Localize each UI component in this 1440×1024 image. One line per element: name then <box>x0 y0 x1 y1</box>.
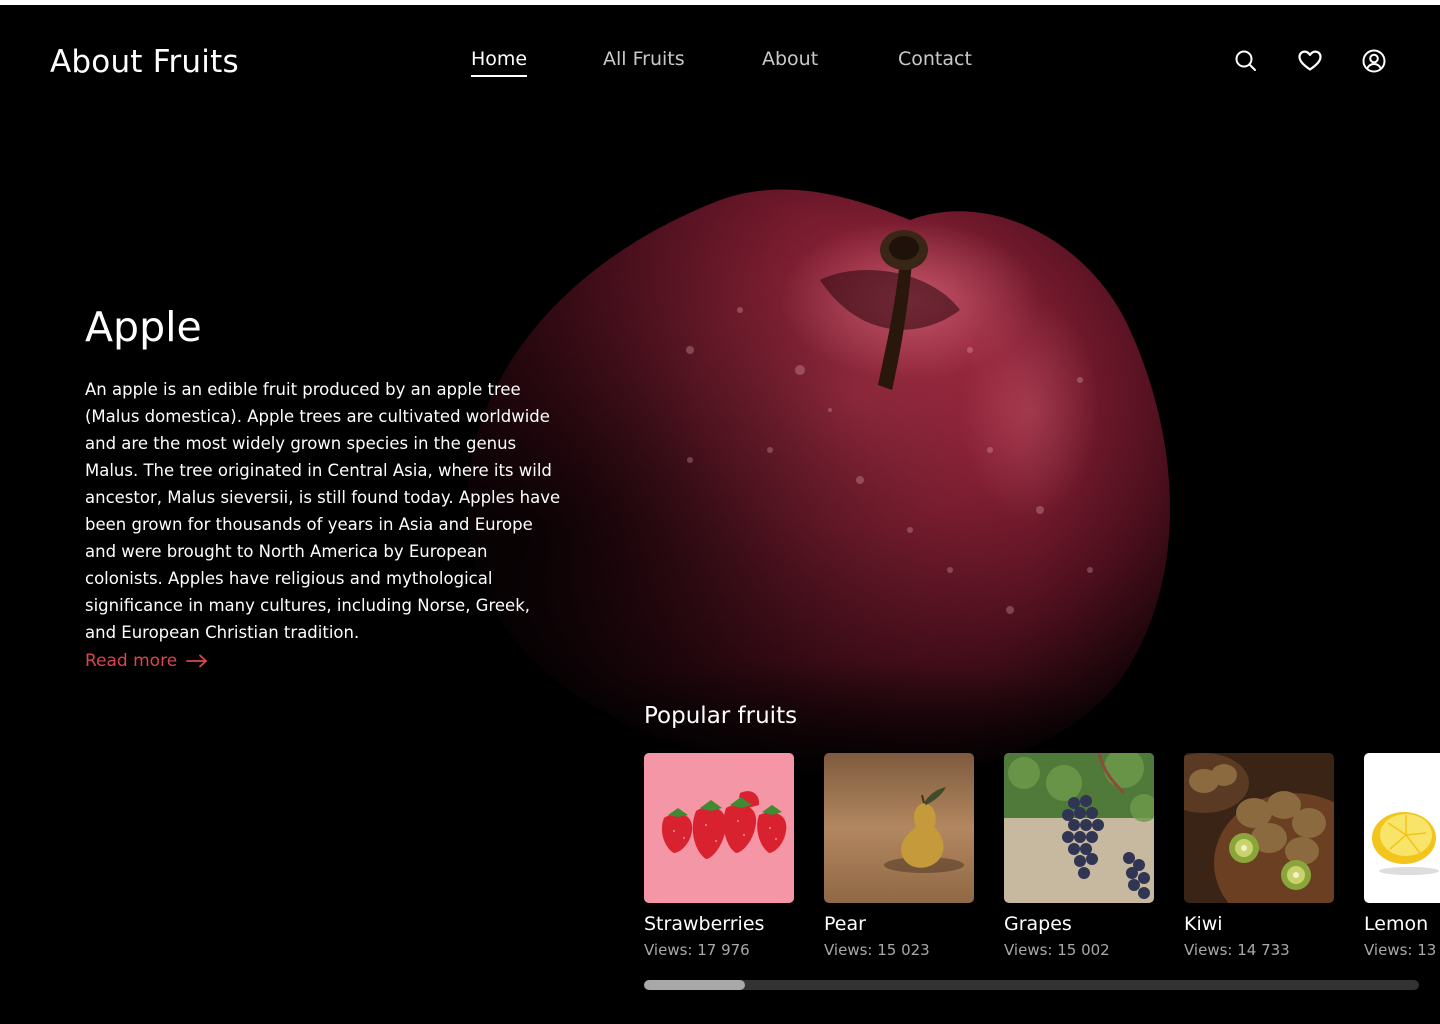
nav-about[interactable]: About <box>762 48 818 70</box>
nav-all-fruits[interactable]: All Fruits <box>603 48 685 70</box>
fruit-card-strawberries[interactable]: Strawberries Views: 17 976 <box>644 753 794 959</box>
fruit-card-name: Pear <box>824 913 866 935</box>
read-more-link[interactable]: Read more <box>85 651 209 671</box>
fruit-card-views: Views: 17 976 <box>644 941 750 959</box>
popular-fruits-carousel: Strawberries Views: 17 976 Pear Views: 1… <box>644 753 1440 968</box>
user-account-icon[interactable] <box>1361 48 1387 74</box>
carousel-scrollbar[interactable] <box>644 980 1419 990</box>
fruit-card-lemon[interactable]: Lemon Views: 13 5 <box>1364 753 1440 959</box>
main-nav: Home All Fruits About Contact <box>0 48 1440 78</box>
search-icon[interactable] <box>1233 48 1259 74</box>
strawberries-image <box>644 753 794 903</box>
nav-home[interactable]: Home <box>471 48 528 77</box>
fruit-card-name: Lemon <box>1364 913 1429 935</box>
heart-icon[interactable] <box>1297 48 1323 74</box>
fruit-card-grapes[interactable]: Grapes Views: 15 002 <box>1004 753 1154 959</box>
fruit-card-views: Views: 13 5 <box>1364 941 1440 959</box>
fruit-card-kiwi[interactable]: Kiwi Views: 14 733 <box>1184 753 1334 959</box>
grapes-image <box>1004 753 1154 903</box>
fruit-card-views: Views: 15 002 <box>1004 941 1110 959</box>
lemon-image <box>1364 753 1440 903</box>
fruit-card-name: Kiwi <box>1184 913 1223 935</box>
carousel-scrollbar-thumb[interactable] <box>644 980 745 990</box>
read-more-label: Read more <box>85 651 178 671</box>
fruit-card-views: Views: 15 023 <box>824 941 930 959</box>
top-strip <box>0 0 1440 5</box>
pear-image <box>824 753 974 903</box>
nav-contact[interactable]: Contact <box>898 48 972 70</box>
arrow-right-icon <box>186 654 208 668</box>
hero-description: An apple is an edible fruit produced by … <box>85 380 561 642</box>
popular-fruits-heading: Popular fruits <box>644 703 798 729</box>
fruit-card-name: Strawberries <box>644 913 765 935</box>
fruit-card-pear[interactable]: Pear Views: 15 023 <box>824 753 974 959</box>
fruit-card-name: Grapes <box>1004 913 1072 935</box>
kiwi-image <box>1184 753 1334 903</box>
fruit-card-views: Views: 14 733 <box>1184 941 1290 959</box>
hero-title: Apple <box>85 303 202 351</box>
